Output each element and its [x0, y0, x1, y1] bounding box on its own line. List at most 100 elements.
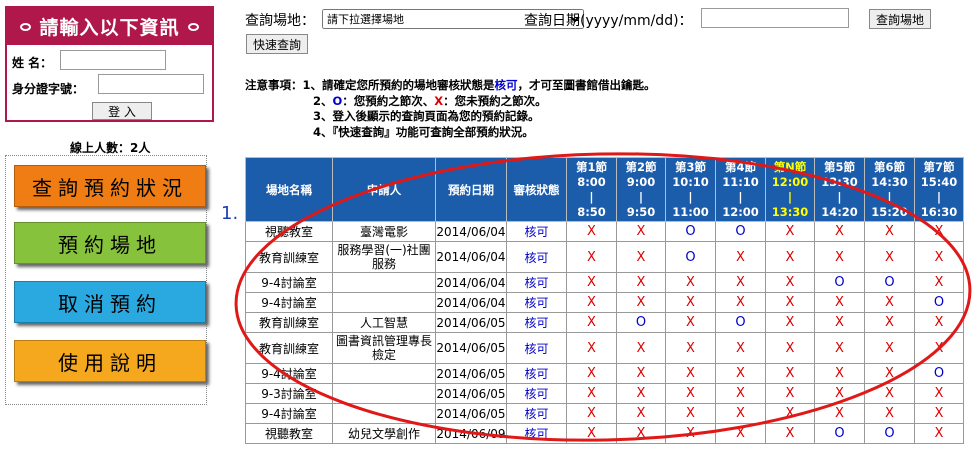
note-line-2: 2、O：您預約之節次、X：您未預約之節次。 [245, 94, 656, 110]
slot-cell: X [765, 363, 815, 384]
period-sep: | [688, 189, 693, 204]
slot-cell: X [566, 221, 617, 242]
date-cell: 2014/06/04 [435, 292, 507, 313]
table-row: 教育訓練室 圖書資訊管理專長檢定 2014/06/05 核可 X X X X X X X X [245, 332, 964, 364]
slot-cell: X [765, 383, 815, 404]
slot-cell: X [814, 332, 865, 364]
slot-cell: X [864, 221, 915, 242]
slot-cell: X [864, 312, 915, 333]
slot-cell: X [665, 423, 716, 444]
slot-cell: O [665, 241, 716, 273]
period-start: 15:40 [920, 174, 958, 189]
note-o-mark: O [332, 93, 343, 108]
header-status: 審核狀態 [506, 157, 567, 222]
note-x-mark: X [434, 93, 444, 108]
slot-cell: X [566, 272, 617, 293]
slot-cell: O [914, 292, 964, 313]
header-period: 第3節 10:10 | 11:00 [665, 157, 716, 222]
slot-cell: X [864, 403, 915, 424]
login-button[interactable]: 登 入 [92, 102, 152, 120]
header-period: 第7節 15:40 | 16:30 [914, 157, 964, 222]
table-row: 視聽教室 臺灣電影 2014/06/04 核可 X X O O X X X X [245, 221, 964, 242]
menu-instructions[interactable]: 使用說明 [14, 340, 206, 382]
slot-cell: X [914, 332, 964, 364]
table-row: 9-4討論室 2014/06/05 核可 X X X X X X X O [245, 363, 964, 384]
header-period: 第N節 12:00 | 13:30 [765, 157, 815, 222]
name-input[interactable] [60, 50, 166, 70]
applicant-cell [332, 292, 436, 313]
menu-cancel-reservation[interactable]: 取消預約 [14, 281, 206, 323]
slot-cell: X [566, 403, 617, 424]
slot-cell: X [566, 292, 617, 313]
ring-icon [20, 22, 32, 31]
period-name: 第6節 [873, 159, 905, 174]
reservation-table: 場地名稱 申請人 預約日期 審核狀態 第1節 8:00 | 8:50 第2節 9:00 | 9… [245, 157, 964, 444]
slot-cell: O [864, 272, 915, 293]
date-label: 查詢日期(yyyy/mm/dd)： [524, 13, 693, 29]
period-sep: | [887, 189, 892, 204]
venue-cell: 9-3討論室 [245, 383, 333, 404]
period-start: 12:00 [771, 174, 809, 189]
period-sep: | [936, 189, 942, 204]
slot-cell: X [864, 363, 915, 384]
date-cell: 2014/06/04 [435, 241, 507, 273]
slot-cell: X [814, 363, 865, 384]
slot-cell: X [566, 383, 617, 404]
slot-cell: X [814, 403, 865, 424]
slot-cell: X [765, 312, 815, 333]
status-cell: 核可 [506, 312, 567, 333]
table-header: 場地名稱 申請人 預約日期 審核狀態 第1節 8:00 | 8:50 第2節 9:00 | 9… [245, 157, 964, 222]
quick-search-button[interactable]: 快速查詢 [246, 34, 309, 54]
side-menu: 查詢預約狀況 預約場地 取消預約 使用說明 [5, 155, 207, 405]
slot-cell: X [616, 241, 666, 273]
slot-cell: X [914, 403, 964, 424]
slot-cell: X [914, 221, 964, 242]
table-row: 9-4討論室 2014/06/05 核可 X X X X X X X X [245, 403, 964, 424]
table-row: 9-3討論室 2014/06/05 核可 X X X X X X X X [245, 383, 964, 404]
venue-label: 查詢場地： [245, 13, 315, 29]
note-text: 2、 [313, 93, 333, 108]
id-label: 身分證字號： [12, 82, 85, 96]
venue-cell: 9-4討論室 [245, 272, 333, 293]
applicant-cell [332, 363, 436, 384]
note-text: ：您未預約之節次。 [443, 93, 547, 108]
period-start: 8:00 [577, 174, 606, 189]
date-input[interactable] [701, 8, 849, 28]
menu-reserve-venue[interactable]: 預約場地 [14, 222, 206, 264]
slot-cell: X [715, 383, 766, 404]
id-number-input[interactable] [98, 74, 204, 94]
slot-cell: X [715, 423, 766, 444]
status-cell: 核可 [506, 332, 567, 364]
applicant-cell [332, 272, 436, 293]
name-label: 姓 名： [12, 56, 53, 70]
slot-cell: X [715, 292, 766, 313]
period-end: 14:20 [821, 204, 858, 219]
applicant-cell: 幼兒文學創作 [332, 423, 436, 444]
menu-query-reservations[interactable]: 查詢預約狀況 [14, 165, 206, 207]
slot-cell: O [814, 423, 865, 444]
slot-cell: X [864, 241, 915, 273]
search-venue-button[interactable]: 查詢場地 [869, 9, 932, 29]
slot-cell: O [715, 312, 766, 333]
note-line-1: 注意事項：1、請確定您所預約的場地審核狀態是核可，才可至圖書館借出鑰匙。 [245, 78, 656, 94]
period-name: 第2節 [625, 159, 657, 174]
notes-heading: 注意事項： [245, 78, 303, 92]
header-period: 第2節 9:00 | 9:50 [616, 157, 666, 222]
period-name: 第1節 [575, 159, 607, 174]
period-end: 9:50 [626, 204, 656, 219]
menu-label: 查詢預約狀況 [32, 175, 188, 200]
table-row: 教育訓練室 人工智慧 2014/06/05 核可 X O X O X X X X [245, 312, 964, 333]
period-name: 第N節 [773, 159, 807, 174]
table-row: 視聽教室 幼兒文學創作 2014/06/09 核可 X X X X X O O X [245, 423, 964, 444]
login-title: 請輸入以下資訊 [7, 8, 212, 45]
slot-cell: X [665, 292, 716, 313]
slot-cell: X [814, 312, 865, 333]
date-cell: 2014/06/04 [435, 272, 507, 293]
note-text: ：您預約之節次、 [342, 93, 435, 108]
slot-cell: X [914, 272, 964, 293]
period-start: 11:10 [722, 174, 759, 189]
period-end: 15:20 [871, 204, 908, 219]
header-venue: 場地名稱 [245, 157, 333, 222]
venue-cell: 視聽教室 [245, 221, 333, 242]
slot-cell: X [616, 292, 666, 313]
